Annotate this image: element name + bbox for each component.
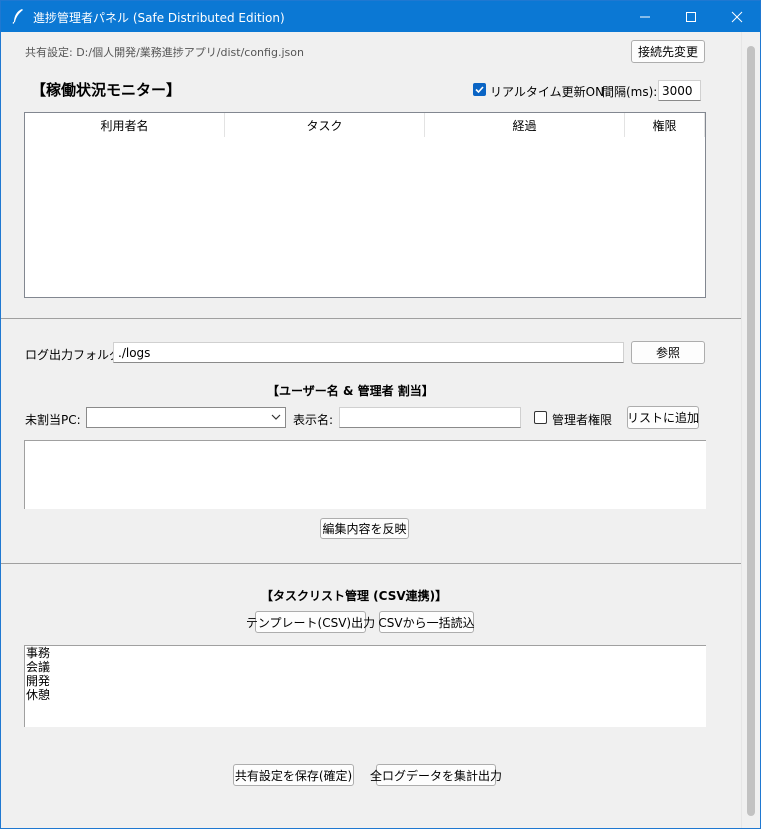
save-settings-button[interactable]: 共有設定を保存(確定) [233, 764, 354, 786]
title-bar: 進捗管理者パネル (Safe Distributed Edition) [1, 1, 760, 32]
column-header-user[interactable]: 利用者名 [25, 113, 225, 137]
users-section-title: 【ユーザー名 & 管理者 割当】 [267, 384, 434, 398]
status-table[interactable]: 利用者名 タスク 経過 権限 [24, 112, 706, 298]
close-button[interactable] [714, 1, 760, 32]
minimize-button[interactable] [622, 1, 668, 32]
window-title: 進捗管理者パネル (Safe Distributed Edition) [33, 11, 285, 25]
admin-label: 管理者権限 [552, 413, 613, 427]
maximize-icon [686, 11, 696, 22]
export-template-button[interactable]: テンプレート(CSV)出力 [246, 611, 375, 633]
task-item: 開発 [26, 674, 51, 688]
realtime-label: リアルタイム更新ON [490, 85, 605, 99]
log-folder-label: ログ出力フォルダ: [25, 348, 126, 362]
add-to-list-button[interactable]: リストに追加 [627, 406, 699, 429]
feather-icon [12, 9, 23, 24]
separator [1, 318, 742, 319]
change-connection-button[interactable]: 接続先変更 [631, 40, 705, 63]
log-folder-input[interactable]: ./logs [113, 342, 624, 363]
task-item: 休憩 [26, 688, 51, 702]
apply-edits-button[interactable]: 編集内容を反映 [320, 518, 409, 539]
task-list-textarea[interactable]: 事務 会議 開発 休憩 [24, 645, 706, 727]
app-window: 進捗管理者パネル (Safe Distributed Edition) 共有設定… [0, 0, 761, 829]
main-content: 共有設定: D:/個人開発/業務進捗アプリ/dist/config.json 接… [1, 32, 742, 828]
separator [1, 563, 742, 564]
task-item: 会議 [26, 660, 51, 674]
vertical-scrollbar[interactable] [741, 32, 760, 828]
display-name-input[interactable] [339, 407, 521, 428]
interval-input[interactable]: 3000 [658, 80, 701, 101]
monitor-title: 【稼働状況モニター】 [31, 81, 182, 99]
browse-button[interactable]: 参照 [631, 341, 705, 364]
tasks-section-title: 【タスクリスト管理 (CSV連携)】 [261, 589, 448, 603]
interval-label: 間隔(ms): [602, 85, 658, 99]
close-icon [731, 11, 743, 22]
column-header-permission[interactable]: 権限 [625, 113, 705, 137]
user-list-textarea[interactable] [24, 440, 706, 509]
minimize-icon [640, 16, 650, 17]
realtime-checkbox[interactable] [473, 83, 486, 96]
checkmark-icon [475, 86, 484, 94]
import-csv-button[interactable]: CSVから一括読込 [378, 611, 475, 633]
chevron-down-icon[interactable] [271, 413, 281, 421]
display-name-label: 表示名: [293, 413, 334, 427]
maximize-button[interactable] [668, 1, 714, 32]
column-header-elapsed[interactable]: 経過 [425, 113, 625, 137]
task-item: 事務 [26, 646, 51, 660]
admin-checkbox[interactable] [534, 411, 547, 424]
unassigned-pc-select[interactable] [86, 407, 286, 428]
scroll-thumb[interactable] [747, 46, 755, 816]
config-path-label: 共有設定: D:/個人開発/業務進捗アプリ/dist/config.json [25, 46, 304, 59]
column-header-task[interactable]: タスク [225, 113, 425, 137]
unassigned-pc-label: 未割当PC: [25, 413, 81, 427]
export-all-logs-button[interactable]: 全ログデータを集計出力 [370, 764, 502, 786]
